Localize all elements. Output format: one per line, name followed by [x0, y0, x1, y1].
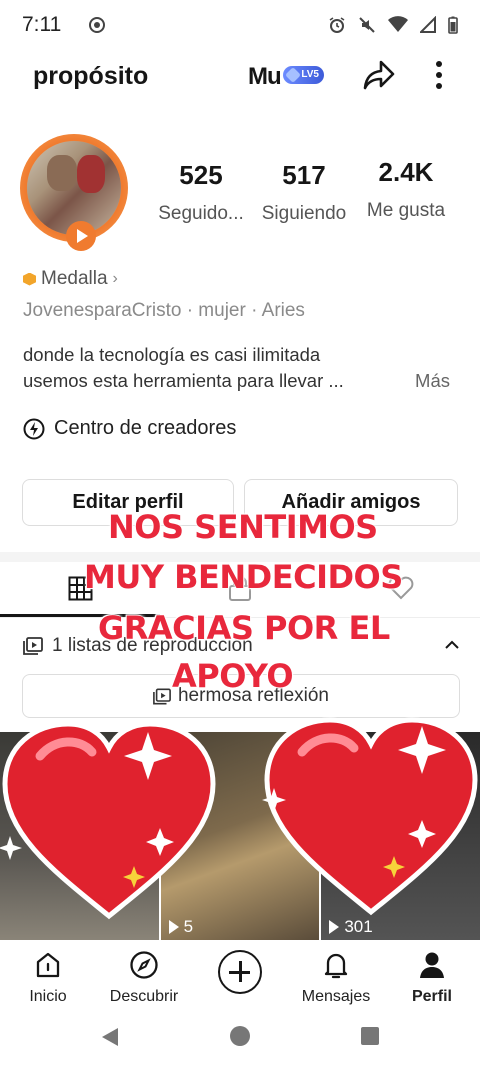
compass-icon [130, 951, 158, 979]
level-badge[interactable]: LV5 [283, 66, 324, 84]
stat-likes[interactable]: 2.4K Me gusta [356, 157, 456, 222]
bio-line: usemos esta herramienta para llevar ... [23, 370, 344, 391]
heart-outline-icon[interactable] [388, 576, 414, 600]
create-plus-button[interactable] [218, 950, 262, 994]
medal-link[interactable]: Medalla › [23, 268, 118, 290]
add-friends-button[interactable]: Añadir amigos [244, 479, 458, 526]
playlist-name: hermosa reflexión [177, 685, 330, 706]
mute-icon [359, 17, 375, 33]
stat-value: 2.4K [378, 157, 434, 187]
profile-bio: donde la tecnología es casi ilimitada us… [23, 342, 463, 394]
playlists-header[interactable]: 1 listas de reproducción [23, 635, 253, 657]
chevron-right-icon: › [112, 270, 118, 287]
view-count-value: 301 [344, 917, 373, 936]
nav-label: Inicio [29, 988, 67, 1005]
medal-label: Medalla [41, 268, 108, 289]
view-count: 301 [329, 917, 373, 937]
section-divider [0, 552, 480, 562]
profile-meta: JovenesparaCristo · mujer · Aries [23, 300, 305, 321]
home-circle-icon[interactable] [229, 1025, 251, 1047]
heart-sticker-icon [262, 717, 478, 916]
bell-icon [324, 953, 348, 979]
more-vertical-icon[interactable] [428, 60, 450, 90]
medal-icon [23, 272, 36, 286]
alarm-icon [329, 17, 345, 33]
signal-icon [420, 16, 436, 33]
nav-home[interactable]: Inicio [0, 948, 96, 1006]
lightning-circle-icon [23, 418, 45, 439]
stat-value: 525 [179, 160, 223, 190]
edit-profile-button[interactable]: Editar perfil [22, 479, 234, 526]
recents-icon[interactable] [360, 1026, 380, 1046]
bio-line: donde la tecnología es casi ilimitada [23, 344, 321, 365]
heart-sticker-icon [0, 721, 216, 920]
live-play-icon [66, 221, 96, 251]
content-tabs [0, 562, 480, 617]
nav-label: Descubrir [109, 988, 179, 1005]
stat-label: Seguido... [158, 203, 244, 224]
nav-messages[interactable]: Mensajes [288, 948, 384, 1006]
chevron-up-icon[interactable] [444, 639, 460, 651]
bio-more-link[interactable]: Más [415, 368, 450, 394]
app-logo: Mu [248, 63, 282, 90]
stat-followers[interactable]: 525 Seguido... [147, 160, 255, 225]
location-icon [89, 17, 106, 33]
battery-icon [448, 16, 458, 34]
stat-label: Me gusta [366, 200, 446, 221]
creator-center-link[interactable]: Centro de creadores [23, 417, 236, 440]
avatar[interactable] [20, 134, 128, 251]
playlist-icon [23, 637, 43, 655]
nav-discover[interactable]: Descubrir [96, 948, 192, 1006]
stat-following[interactable]: 517 Siguiendo [254, 160, 354, 225]
nav-label: Mensajes [301, 988, 371, 1005]
status-bar: 7:11 [0, 0, 480, 50]
status-time: 7:11 [22, 13, 62, 36]
profile-header: propósito Mu LV5 [0, 50, 480, 106]
share-arrow-icon[interactable] [362, 58, 396, 92]
back-icon[interactable] [100, 1026, 120, 1048]
wifi-icon [388, 16, 408, 32]
status-icons [328, 16, 458, 34]
nav-profile[interactable]: Perfil [384, 948, 480, 1006]
tabs-border [0, 617, 480, 618]
lock-icon[interactable] [228, 576, 252, 602]
person-icon [420, 952, 444, 978]
home-icon [36, 952, 60, 978]
grid-icon[interactable] [68, 576, 93, 601]
avatar-photo [27, 141, 121, 235]
playlists-count-label: 1 listas de reproducción [52, 635, 253, 656]
stat-value: 517 [282, 160, 326, 190]
profile-username: propósito [33, 62, 149, 90]
stat-label: Siguiendo [261, 203, 347, 224]
playlist-icon [153, 687, 171, 705]
creator-center-label: Centro de creadores [54, 417, 237, 439]
nav-label: Perfil [411, 988, 452, 1005]
play-icon [168, 920, 179, 934]
system-navigation [0, 1008, 480, 1066]
play-icon [329, 920, 340, 934]
